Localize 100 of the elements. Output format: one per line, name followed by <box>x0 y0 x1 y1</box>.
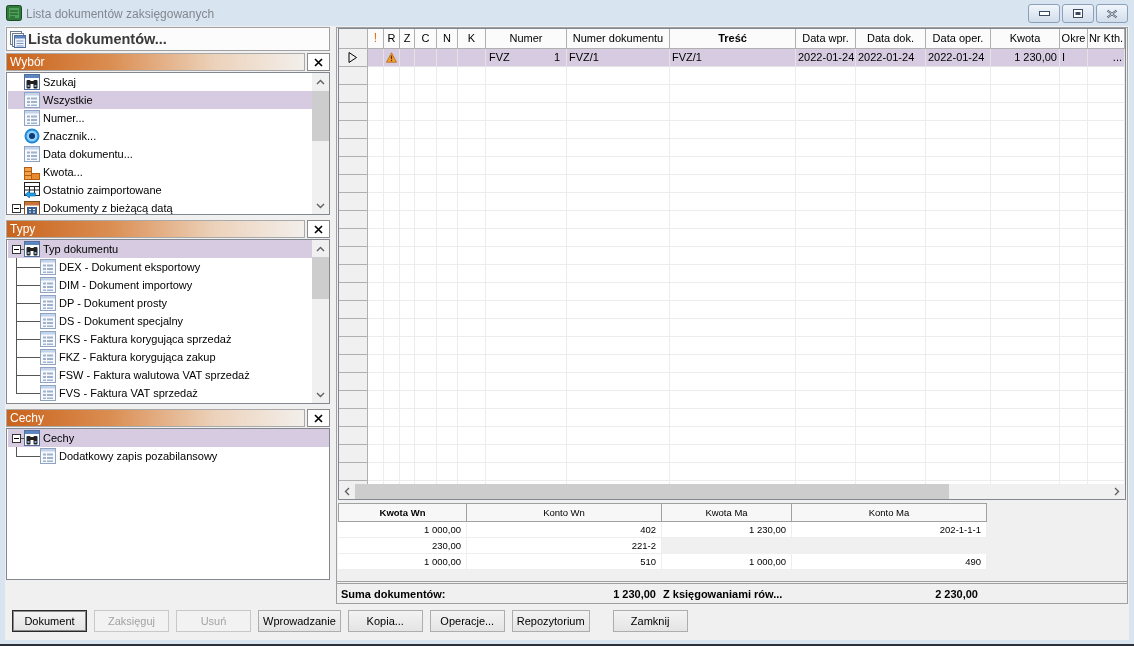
list-icon <box>40 367 56 383</box>
list-icon <box>24 110 40 126</box>
column-header[interactable]: Numer <box>486 29 567 49</box>
table-cell-text: ... <box>1112 50 1122 65</box>
action-button[interactable]: Repozytorium <box>511 610 590 632</box>
list-icon <box>40 331 56 347</box>
scrollbar-thumb[interactable] <box>312 257 329 299</box>
table-cell: 230,00 <box>338 538 467 554</box>
action-button[interactable]: Kopia... <box>347 610 423 632</box>
table-row[interactable]: FVZ 1 FVZ/1 FVZ/1 2022-01-24 2022-01-24 2022-01-24 1 230,00 I ... <box>339 49 1125 67</box>
tree-item[interactable]: FKS - Faktura korygująca sprzedaż <box>8 330 312 348</box>
column-header[interactable]: R <box>384 29 400 49</box>
column-header[interactable]: Numer dokumentu <box>567 29 670 49</box>
table-cell: 1 230,00 <box>662 522 792 538</box>
tree-item[interactable]: FSW - Faktura walutowa VAT sprzedaż <box>8 366 312 384</box>
list-icon <box>40 448 56 464</box>
close-icon <box>314 224 323 234</box>
column-header[interactable]: Okre <box>1060 29 1088 49</box>
tree-item[interactable]: DEX - Dokument eksportowy <box>8 258 312 276</box>
row-header[interactable] <box>339 49 368 67</box>
scrollbar[interactable] <box>312 240 329 403</box>
tree-item[interactable]: Cechy <box>8 429 329 447</box>
column-header[interactable]: Data wpr. <box>796 29 856 49</box>
column-header[interactable]: Kwota <box>991 29 1060 49</box>
column-header[interactable]: Konto Wn <box>467 503 662 522</box>
scrollbar[interactable] <box>339 484 1125 499</box>
window-title: Lista dokumentów zaksięgowanych <box>26 7 215 21</box>
list-item[interactable]: Kwota... <box>8 163 312 181</box>
series-text: FVZ <box>489 50 510 65</box>
table-cell: 1 000,00 <box>338 554 467 570</box>
list-icon <box>24 92 40 108</box>
table-cell: 510 <box>467 554 662 570</box>
table-cell-text: 1 230,00 <box>1014 50 1057 65</box>
action-button[interactable]: Wprowadzanie <box>258 610 341 632</box>
column-header[interactable]: Konto Ma <box>792 503 987 522</box>
close-button[interactable] <box>307 53 330 71</box>
action-button[interactable]: Zamknij <box>612 610 688 632</box>
sum-label: Suma dokumentów: <box>341 587 446 600</box>
scrollbar[interactable] <box>312 73 329 214</box>
table-cell-text: FVZ/1 <box>672 50 702 65</box>
table-cell-text: 2022-01-24 <box>798 50 855 65</box>
chevron-up-icon <box>316 245 325 252</box>
action-button[interactable]: Dokument <box>12 610 87 632</box>
book-icon <box>6 5 22 21</box>
panel-title: Lista dokumentów... <box>28 31 167 47</box>
list-icon <box>40 385 56 401</box>
tree-item[interactable]: DP - Dokument prosty <box>8 294 312 312</box>
tree-item[interactable]: Typ dokumentu <box>8 240 312 258</box>
list-item[interactable]: Wszystkie <box>8 91 312 109</box>
number-text: 1 <box>553 50 560 65</box>
column-header[interactable]: C <box>415 29 437 49</box>
table-cell-text: I <box>1062 50 1066 65</box>
tree-item[interactable]: DIM - Dokument importowy <box>8 276 312 294</box>
chevron-down-icon <box>316 202 325 209</box>
table-cell: 490 <box>792 554 987 570</box>
minimize-button[interactable] <box>1028 4 1060 23</box>
list-icon <box>40 349 56 365</box>
list-item[interactable]: Ostatnio zaimportowane <box>8 181 312 199</box>
column-header[interactable]: N <box>437 29 458 49</box>
tree-item[interactable]: FVS - Faktura VAT sprzedaż <box>8 384 312 402</box>
list-item[interactable]: Data dokumentu... <box>8 145 312 163</box>
maximize-button[interactable] <box>1062 4 1094 23</box>
column-header[interactable]: Nr Kth. <box>1088 29 1125 49</box>
scrollbar-thumb[interactable] <box>312 91 329 141</box>
close-button[interactable] <box>307 409 330 427</box>
sum-value: 2 230,00 <box>935 587 978 600</box>
close-button[interactable] <box>307 220 330 238</box>
list-item[interactable]: Znacznik... <box>8 127 312 145</box>
table-cell-text: 2022-01-24 <box>928 50 985 65</box>
tree-item[interactable]: DS - Dokument specjalny <box>8 312 312 330</box>
chevron-left-icon <box>344 487 350 496</box>
chevron-up-icon <box>316 78 325 85</box>
tree-item[interactable]: Dodatkowy zapis pozabilansowy <box>8 447 329 465</box>
sum-label: Z księgowaniami rów... <box>663 587 783 600</box>
column-header[interactable]: Kwota Ma <box>662 503 792 522</box>
section-header: Wybór <box>6 53 305 71</box>
column-header[interactable]: Treść <box>670 29 796 49</box>
bricks-icon <box>24 164 40 180</box>
column-header[interactable]: Data oper. <box>926 29 991 49</box>
column-header[interactable]: Z <box>400 29 415 49</box>
sum-value: 1 230,00 <box>613 587 656 600</box>
section-header: Cechy <box>6 409 305 427</box>
list-icon <box>40 313 56 329</box>
action-button[interactable]: Operacje... <box>429 610 505 632</box>
column-header[interactable]: Kwota Wn <box>338 503 467 522</box>
column-header[interactable]: Data dok. <box>856 29 926 49</box>
chevron-down-icon <box>316 391 325 398</box>
column-header[interactable]: K <box>458 29 486 49</box>
scrollbar-thumb[interactable] <box>355 484 949 499</box>
list-icon <box>24 146 40 162</box>
list-icon <box>40 259 56 275</box>
tree-item[interactable]: FKZ - Faktura korygująca zakup <box>8 348 312 366</box>
section-header: Typy <box>6 220 305 238</box>
table-cell: 402 <box>467 522 662 538</box>
list-item[interactable]: Numer... <box>8 109 312 127</box>
circle-icon <box>24 128 40 144</box>
table-cell-text: 2022-01-24 <box>858 50 915 65</box>
list-icon <box>40 277 56 293</box>
list-item[interactable]: Dokumenty z bieżącą datą <box>8 199 312 214</box>
list-item[interactable]: Szukaj <box>8 73 312 91</box>
